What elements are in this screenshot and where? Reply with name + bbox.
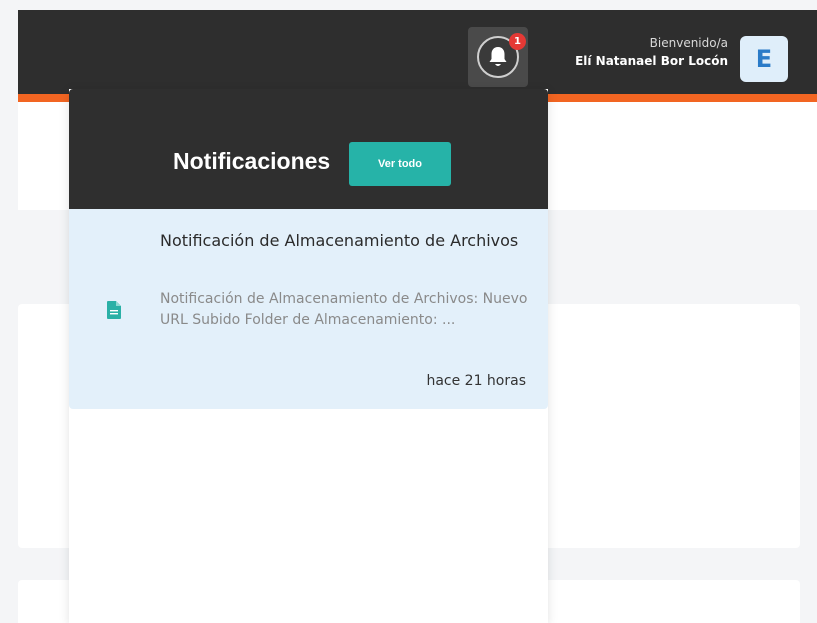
app-frame: 1 Bienvenido/a Elí Natanael Bor Locón E … (0, 0, 817, 623)
notifications-dropdown: Notificaciones Ver todo Notificación de … (69, 89, 548, 623)
avatar[interactable]: E (740, 36, 788, 82)
notification-title: Notificación de Almacenamiento de Archiv… (160, 231, 519, 250)
notifications-title: Notificaciones (173, 148, 331, 174)
welcome-label: Bienvenido/a (649, 36, 728, 50)
user-name: Elí Natanael Bor Locón (575, 54, 728, 68)
notification-count-badge: 1 (509, 33, 526, 50)
file-icon (107, 301, 121, 319)
view-all-button[interactable]: Ver todo (349, 142, 451, 186)
notifications-dropdown-header: Notificaciones Ver todo (69, 89, 548, 209)
notification-time: hace 21 horas (426, 373, 526, 389)
notification-body: Notificación de Almacenamiento de Archiv… (160, 291, 528, 328)
notification-item[interactable]: Notificación de Almacenamiento de Archiv… (69, 209, 548, 409)
user-greeting: Bienvenido/a Elí Natanael Bor Locón (540, 34, 728, 70)
